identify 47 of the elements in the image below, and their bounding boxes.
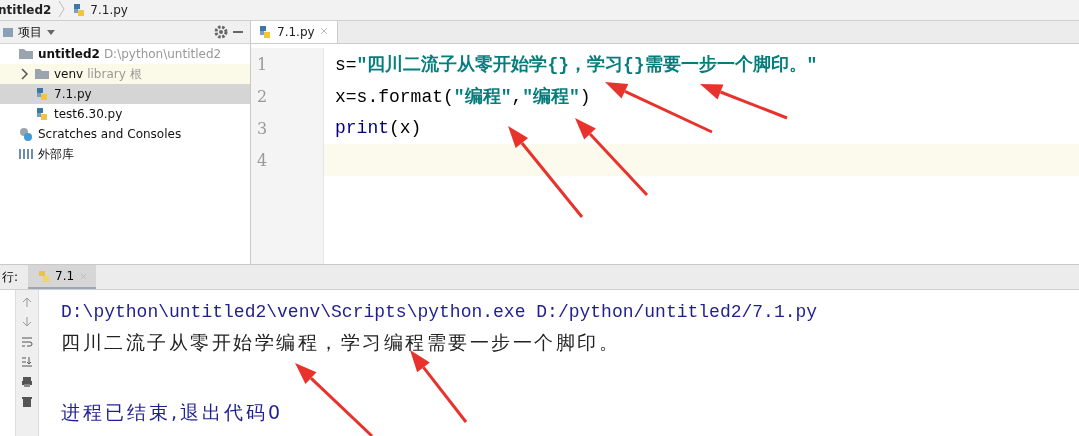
line-number: 1 — [251, 48, 324, 80]
tree-item[interactable]: Scratches and Consoles — [0, 124, 250, 144]
settings-icon — [214, 25, 228, 39]
folder-icon — [34, 66, 50, 82]
soft-wrap-icon[interactable] — [21, 336, 33, 348]
panel-title: 行: — [2, 268, 19, 286]
library-icon — [18, 146, 34, 162]
panel-title[interactable]: 项目 — [18, 23, 42, 41]
scroll-to-end-icon[interactable] — [21, 356, 33, 368]
code-line: s="四川二流子从零开始学{}，学习{}需要一步一个脚印。" — [334, 53, 818, 76]
folder-icon — [18, 46, 34, 62]
python-icon — [36, 269, 51, 283]
console-line: 进程已结束,退出代码0 — [61, 399, 285, 425]
console-line: 四川二流子从零开始学编程，学习编程需要一步一个脚印。 — [61, 329, 621, 355]
tree-item-label: 7.1.py — [54, 87, 92, 101]
tree-item[interactable]: venv library 根 — [0, 64, 250, 84]
scratches-icon — [18, 126, 34, 142]
tree-item[interactable]: 外部库 — [0, 144, 250, 164]
python-file-icon — [34, 106, 50, 122]
close-icon — [318, 25, 329, 36]
trash-icon[interactable] — [21, 396, 33, 408]
python-file-icon — [34, 86, 50, 102]
line-number: 3 — [251, 112, 324, 144]
project-icon — [2, 26, 14, 38]
code-line: x=s.format("编程","编程") — [334, 85, 591, 108]
tree-item[interactable]: 7.1.py — [0, 84, 250, 104]
tree-item-label: untitled2 — [38, 47, 100, 61]
chevron-icon — [57, 0, 66, 18]
dropdown-caret-icon — [46, 27, 56, 37]
editor-tab[interactable]: 7.1.py — [251, 21, 338, 43]
tree-item-hint: D:\python\untitled2 — [103, 47, 222, 61]
line-number: 2 — [251, 80, 324, 112]
tree-item-label: test6.30.py — [54, 107, 123, 121]
close-icon — [79, 271, 89, 281]
print-icon[interactable] — [21, 376, 33, 388]
python-file-icon — [257, 24, 273, 40]
tree-item[interactable]: untitled2 D:\python\untitled2 — [0, 44, 250, 64]
run-tab[interactable]: 7.1 — [28, 265, 97, 289]
code-line: print(x) — [334, 118, 422, 138]
line-number: 4 — [251, 144, 324, 176]
breadcrumb-item[interactable]: 7.1.py — [90, 3, 128, 17]
console-line: D:\python\untitled2\venv\Scripts\python.exe D:/python/untitled2/7.1.py — [61, 300, 818, 324]
tree-item-hint: library 根 — [87, 65, 142, 83]
tree-item-label: Scratches and Consoles — [38, 127, 182, 141]
tree-item[interactable]: test6.30.py — [0, 104, 250, 124]
tree-item-label: 外部库 — [38, 145, 74, 163]
tree-item-label: venv — [54, 67, 84, 81]
